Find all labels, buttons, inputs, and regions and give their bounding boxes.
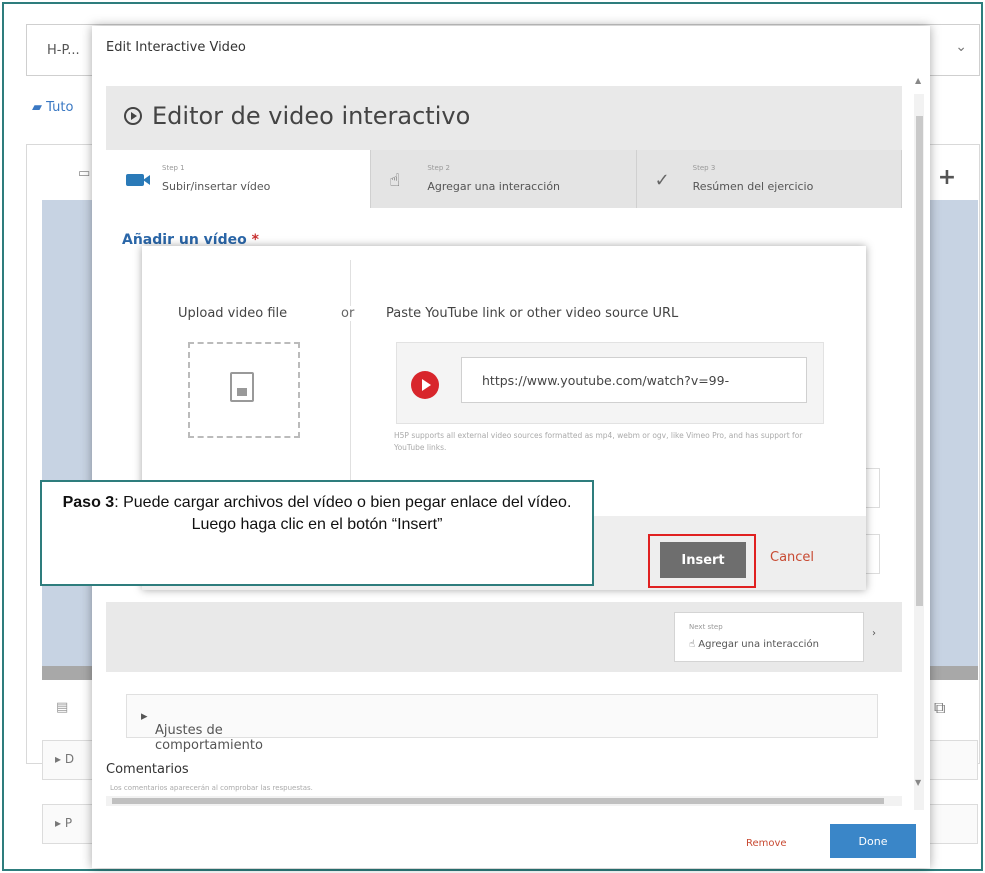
- youtube-icon: [411, 371, 439, 399]
- fullscreen-icon[interactable]: ⧉: [934, 698, 945, 718]
- next-step-caption: Next step: [689, 623, 723, 631]
- insert-highlight-box: [648, 534, 756, 588]
- remove-button[interactable]: Remove: [746, 838, 787, 849]
- dialog-title: Edit Interactive Video: [106, 40, 246, 55]
- editor-title-text: Editor de video interactivo: [152, 102, 471, 130]
- next-step-button[interactable]: Next step ☝ Agregar una interacción: [674, 612, 864, 662]
- upload-dropzone[interactable]: [188, 342, 300, 438]
- chevron-down-icon[interactable]: ⌄: [955, 39, 967, 55]
- scroll-down-icon[interactable]: ▼: [915, 778, 921, 787]
- behavior-settings-label: ▸ Ajustes de comportamiento: [141, 709, 263, 753]
- behavior-settings-row[interactable]: ▸ Ajustes de comportamiento: [126, 694, 878, 753]
- wizard-steps: Step 1 Subir/insertar vídeo ☝ Step 2 Agr…: [106, 150, 902, 208]
- step-label: Agregar una interacción: [427, 180, 561, 193]
- pointer-icon: ☝: [389, 170, 401, 191]
- url-input-container: [396, 342, 824, 424]
- outer-frame: H-P... ⌄ ▰ Tuto ▭ + ▤ ⧉ ▸ D ▸ P Edit Int…: [2, 2, 983, 871]
- play-circle-icon: [124, 107, 142, 125]
- expand-arrow-icon: ▸ D: [55, 752, 75, 766]
- done-button[interactable]: Done: [830, 824, 916, 858]
- background-breadcrumb[interactable]: ▰ Tuto: [32, 100, 73, 115]
- step-number: Step 3: [692, 164, 716, 172]
- step-label: Subir/insertar vídeo: [162, 180, 271, 193]
- callout-step: Paso 3: [62, 494, 115, 511]
- tab-upload-video[interactable]: Step 1 Subir/insertar vídeo: [106, 150, 372, 208]
- url-help-text: H5P supports all external video sources …: [394, 431, 803, 452]
- or-label: or: [338, 306, 358, 321]
- tab-add-interaction[interactable]: ☝ Step 2 Agregar una interacción: [371, 150, 637, 208]
- next-step-text: Agregar una interacción: [698, 639, 819, 650]
- tab-summary[interactable]: ✓ Step 3 Resúmen del ejercicio: [636, 150, 902, 208]
- hidden-field-edge: [866, 468, 880, 508]
- scrollbar-thumb[interactable]: [916, 116, 923, 606]
- step-label: Resúmen del ejercicio: [692, 180, 814, 193]
- column-divider: [350, 260, 351, 500]
- step-number: Step 2: [427, 164, 450, 172]
- scrollbar-thumb[interactable]: [112, 798, 884, 804]
- comments-label: Comentarios: [106, 762, 189, 777]
- scroll-up-icon[interactable]: ▲: [915, 76, 921, 85]
- behavior-settings-text: Ajustes de comportamiento: [155, 723, 263, 753]
- comments-description: Los comentarios aparecerán al comprobar …: [110, 784, 313, 792]
- hidden-field-edge: [866, 534, 880, 574]
- expand-arrow-icon: ▸ P: [55, 816, 73, 830]
- next-arrow-icon[interactable]: ›: [872, 628, 876, 639]
- video-url-input[interactable]: [461, 357, 807, 403]
- editor-title: Editor de video interactivo: [124, 102, 470, 130]
- add-icon[interactable]: +: [932, 164, 962, 194]
- horizontal-scrollbar[interactable]: [106, 796, 902, 806]
- cancel-button[interactable]: Cancel: [770, 550, 814, 565]
- editor-header: Editor de video interactivo: [106, 86, 902, 150]
- next-step-label: ☝ Agregar una interacción: [689, 639, 819, 650]
- background-title: H-P...: [47, 43, 80, 58]
- video-file-icon: [230, 372, 254, 402]
- paste-url-label: Paste YouTube link or other video source…: [386, 306, 679, 321]
- instruction-callout: Paso 3: Puede cargar archivos del vídeo …: [40, 480, 594, 586]
- next-step-bar: Next step ☝ Agregar una interacción ›: [106, 602, 902, 672]
- step-number: Step 1: [162, 164, 185, 172]
- video-camera-icon: [126, 174, 150, 186]
- breadcrumb-text: Tuto: [46, 100, 74, 115]
- upload-video-label: Upload video file: [178, 306, 288, 321]
- check-circle-icon: ✓: [654, 170, 670, 191]
- monitor-icon: ▭: [78, 166, 91, 181]
- list-icon: ▤: [56, 700, 69, 715]
- callout-text: : Puede cargar archivos del vídeo o bien…: [114, 494, 572, 533]
